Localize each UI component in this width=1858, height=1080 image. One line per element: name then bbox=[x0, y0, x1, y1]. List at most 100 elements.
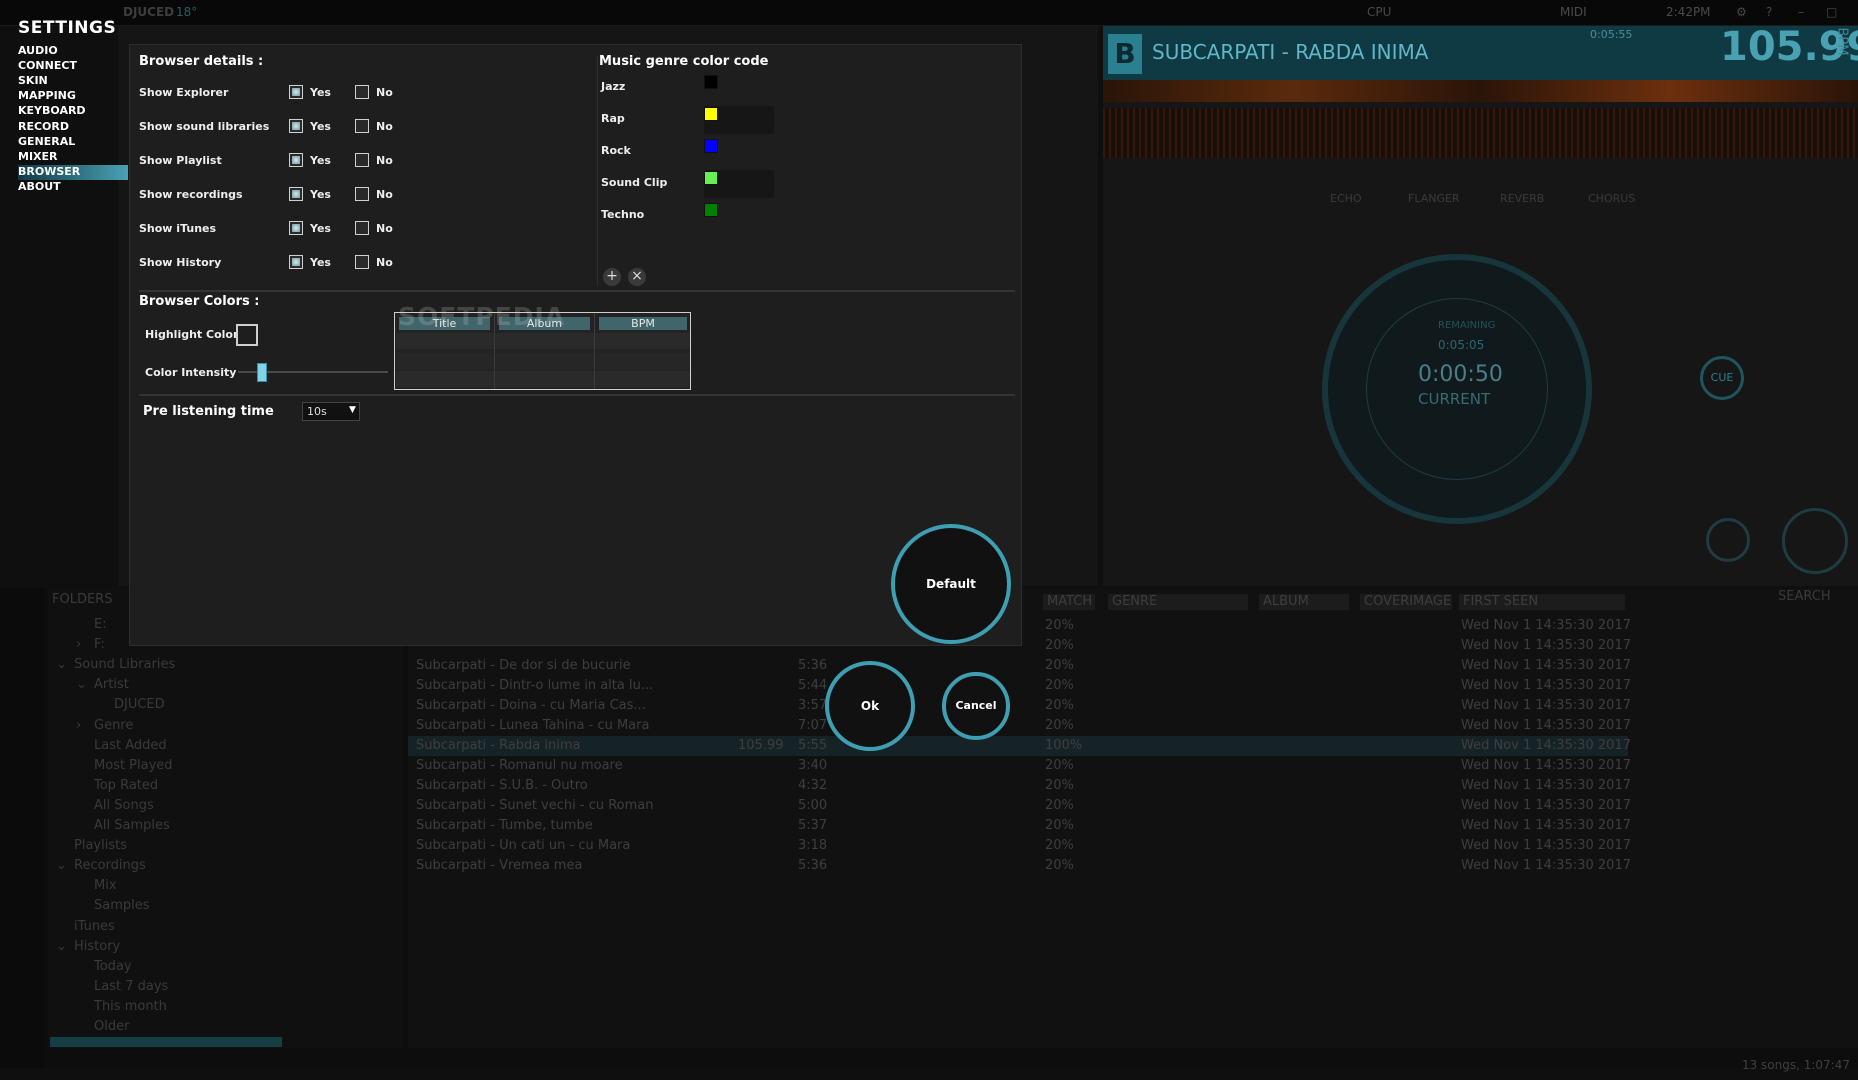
minimize-icon[interactable]: – bbox=[1798, 5, 1804, 19]
show-explorer-yes-radio[interactable] bbox=[289, 85, 303, 99]
chevron-right-icon[interactable]: › bbox=[76, 718, 81, 733]
table-row[interactable]: Subcarpati - Tumbe, tumbe 5:37 20% Wed Nov … bbox=[408, 816, 1631, 836]
table-row[interactable]: Subcarpati - S.U.B. - Outro 4:32 20% Wed No… bbox=[408, 776, 1631, 796]
tree-item[interactable]: This month bbox=[94, 999, 167, 1014]
settings-menu-about[interactable]: ABOUT bbox=[18, 180, 128, 195]
show-playlist-yes-label[interactable]: Yes bbox=[310, 154, 331, 167]
help-icon[interactable]: ? bbox=[1766, 5, 1772, 19]
settings-menu-mapping[interactable]: MAPPING bbox=[18, 89, 128, 104]
chevron-down-icon[interactable]: ▼ bbox=[349, 405, 356, 415]
fx-chorus[interactable]: CHORUS bbox=[1588, 192, 1635, 205]
settings-menu-keyboard[interactable]: KEYBOARD bbox=[18, 104, 128, 119]
settings-menu-connect[interactable]: CONNECT bbox=[18, 59, 128, 74]
show-recordings-no-label[interactable]: No bbox=[376, 188, 393, 201]
chevron-right-icon[interactable]: › bbox=[76, 637, 81, 652]
genre-rock-label[interactable]: Rock bbox=[601, 144, 631, 157]
tree-item[interactable]: Artist bbox=[94, 677, 129, 692]
show-itunes-no-label[interactable]: No bbox=[376, 222, 393, 235]
tree-item[interactable]: Most Played bbox=[94, 758, 173, 773]
chevron-down-icon[interactable]: ⌄ bbox=[56, 858, 67, 873]
highlight-color-swatch[interactable] bbox=[236, 324, 258, 346]
cue-button[interactable]: CUE bbox=[1700, 356, 1744, 400]
stop-button[interactable] bbox=[1706, 518, 1750, 562]
table-row[interactable]: Subcarpati - Lunea Tahina - cu Mara 7:07 2… bbox=[408, 716, 1631, 736]
show-explorer-no-label[interactable]: No bbox=[376, 86, 393, 99]
tree-item[interactable]: Sound Libraries bbox=[74, 657, 175, 672]
settings-menu-browser[interactable]: BROWSER bbox=[18, 164, 128, 180]
tree-item[interactable]: Mix bbox=[94, 878, 117, 893]
add-genre-button[interactable]: + bbox=[603, 268, 621, 286]
tree-item[interactable]: History bbox=[74, 939, 120, 954]
table-row[interactable]: Subcarpati - Vremea mea 5:36 20% Wed Nov 1 … bbox=[408, 856, 1631, 876]
color-intensity-handle[interactable] bbox=[257, 363, 267, 382]
genre-sound-clip-label[interactable]: Sound Clip bbox=[601, 176, 667, 189]
tree-scrollbar[interactable] bbox=[50, 1037, 282, 1047]
remove-genre-button[interactable]: × bbox=[628, 268, 646, 286]
deck-b-overview-waveform[interactable] bbox=[1103, 80, 1858, 102]
table-row[interactable]: Subcarpati - Dintr-o lume in alta lu... 5… bbox=[408, 676, 1631, 696]
show-history-no-label[interactable]: No bbox=[376, 256, 393, 269]
settings-menu-mixer[interactable]: MIXER bbox=[18, 150, 128, 165]
chevron-down-icon[interactable]: ⌄ bbox=[76, 677, 87, 692]
table-row[interactable]: Subcarpati - De dor si de bucurie 5:36 20%… bbox=[408, 656, 1631, 676]
tree-item[interactable]: iTunes bbox=[74, 919, 115, 934]
ok-button[interactable]: Ok bbox=[825, 661, 915, 751]
fx-echo[interactable]: ECHO bbox=[1330, 192, 1362, 205]
show-recordings-no-radio[interactable] bbox=[355, 187, 369, 201]
show-playlist-no-radio[interactable] bbox=[355, 153, 369, 167]
tree-item[interactable]: Playlists bbox=[74, 838, 127, 853]
genre-rock-color[interactable] bbox=[704, 139, 718, 153]
col-genre[interactable]: GENRE bbox=[1108, 594, 1248, 610]
genre-jazz-label[interactable]: Jazz bbox=[601, 80, 625, 93]
show-explorer-no-radio[interactable] bbox=[355, 85, 369, 99]
tree-item[interactable]: Today bbox=[94, 959, 132, 974]
search-label[interactable]: SEARCH bbox=[1778, 589, 1831, 604]
tree-item[interactable]: Samples bbox=[94, 898, 150, 913]
tree-item[interactable]: Last Added bbox=[94, 738, 167, 753]
col-first-seen[interactable]: FIRST SEEN bbox=[1459, 594, 1625, 610]
tree-item[interactable]: E: bbox=[94, 617, 107, 632]
deck-b-waveform[interactable] bbox=[1103, 108, 1858, 158]
genre-sound-clip-color[interactable] bbox=[704, 171, 718, 185]
table-row[interactable]: Subcarpati - Sunet vechi - cu Roman 5:00 2… bbox=[408, 796, 1631, 816]
col-album[interactable]: ALBUM bbox=[1259, 594, 1349, 610]
settings-menu-general[interactable]: GENERAL bbox=[18, 135, 128, 150]
show-sound-libraries-yes-radio[interactable] bbox=[289, 119, 303, 133]
show-history-yes-radio[interactable] bbox=[289, 255, 303, 269]
settings-menu-audio[interactable]: AUDIO bbox=[18, 44, 128, 59]
show-history-yes-label[interactable]: Yes bbox=[310, 256, 331, 269]
genre-rap-label[interactable]: Rap bbox=[601, 112, 625, 125]
show-sound-libraries-no-radio[interactable] bbox=[355, 119, 369, 133]
tree-item[interactable]: Older bbox=[94, 1019, 129, 1034]
fx-flanger[interactable]: FLANGER bbox=[1408, 192, 1460, 205]
col-coverimage[interactable]: COVERIMAGE bbox=[1360, 594, 1452, 610]
genre-jazz-color[interactable] bbox=[704, 75, 718, 89]
tree-item[interactable]: All Songs bbox=[94, 798, 154, 813]
show-history-no-radio[interactable] bbox=[355, 255, 369, 269]
tree-item[interactable]: DJUCED bbox=[114, 697, 165, 712]
default-button[interactable]: Default bbox=[891, 524, 1011, 644]
show-playlist-yes-radio[interactable] bbox=[289, 153, 303, 167]
chevron-down-icon[interactable]: ⌄ bbox=[56, 939, 67, 954]
table-row[interactable]: Subcarpati - Doina - cu Maria Cas... 3:57… bbox=[408, 696, 1631, 716]
settings-menu-record[interactable]: RECORD bbox=[18, 120, 128, 135]
table-row[interactable]: Subcarpati - Romanul nu moare 3:40 20% Wed … bbox=[408, 756, 1631, 776]
genre-techno-color[interactable] bbox=[704, 203, 718, 217]
show-itunes-yes-label[interactable]: Yes bbox=[310, 222, 331, 235]
show-recordings-yes-label[interactable]: Yes bbox=[310, 188, 331, 201]
show-sound-libraries-no-label[interactable]: No bbox=[376, 120, 393, 133]
chevron-down-icon[interactable]: ⌄ bbox=[56, 657, 67, 672]
tree-item[interactable]: Last 7 days bbox=[94, 979, 168, 994]
table-row[interactable]: Subcarpati - Rabda inima 105.99 5:55 100% We… bbox=[408, 736, 1631, 756]
maximize-icon[interactable]: □ bbox=[1826, 5, 1837, 19]
show-sound-libraries-yes-label[interactable]: Yes bbox=[310, 120, 331, 133]
table-row[interactable]: Subcarpati - Un cati un - cu Mara 3:18 20%… bbox=[408, 836, 1631, 856]
col-match[interactable]: MATCH bbox=[1043, 594, 1095, 610]
tree-item[interactable]: Recordings bbox=[74, 858, 146, 873]
tree-item[interactable]: All Samples bbox=[94, 818, 170, 833]
show-itunes-no-radio[interactable] bbox=[355, 221, 369, 235]
tree-item[interactable]: F: bbox=[94, 637, 105, 652]
show-explorer-yes-label[interactable]: Yes bbox=[310, 86, 331, 99]
show-recordings-yes-radio[interactable] bbox=[289, 187, 303, 201]
settings-menu-skin[interactable]: SKIN bbox=[18, 74, 128, 89]
